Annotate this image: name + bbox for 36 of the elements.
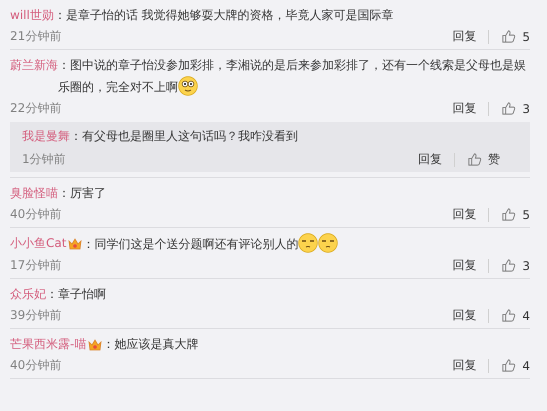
comment-text: ：有父母也是圈里人这句话吗？我咋没看到: [70, 128, 298, 145]
like-button[interactable]: 赞: [467, 151, 500, 168]
thumbs-up-icon: [501, 207, 516, 222]
comment-text: ：同学们这是个送分题啊还有评论别人的: [82, 233, 338, 255]
thumbs-up-icon: [501, 308, 516, 323]
reply-link[interactable]: 回复: [418, 151, 442, 168]
comment-text: ：是章子怡的话 我觉得她够耍大牌的资格，毕竟人家可是国际章: [54, 7, 394, 24]
thumbs-up-icon: [501, 358, 516, 373]
timestamp: 1分钟前: [22, 151, 67, 168]
like-button[interactable]: 5: [501, 207, 530, 222]
thumbs-up-icon: [501, 101, 516, 116]
timestamp: 22分钟前: [10, 100, 62, 117]
thumbs-up-icon: [501, 29, 516, 44]
reply-link[interactable]: 回复: [452, 28, 476, 45]
reply-link[interactable]: 回复: [452, 100, 476, 117]
timestamp: 21分钟前: [10, 28, 62, 45]
comment-text: ：厉害了: [58, 185, 106, 202]
timestamp: 40分钟前: [10, 357, 62, 374]
wide-eyed-face-icon: [178, 76, 198, 96]
timestamp: 39分钟前: [10, 307, 62, 324]
reply-link[interactable]: 回复: [452, 307, 476, 324]
comment-text: ：章子怡啊: [46, 286, 106, 303]
like-button[interactable]: 3: [501, 258, 530, 273]
thumbs-up-icon: [467, 152, 482, 167]
like-button[interactable]: 5: [501, 29, 530, 44]
like-button[interactable]: 3: [501, 101, 530, 116]
thumbs-up-icon: [501, 258, 516, 273]
comment-text: ：她应该是真大牌: [102, 336, 198, 353]
like-button[interactable]: 4: [501, 358, 530, 373]
comment-text: ：图中说的章子怡没参加彩排，李湘说的是后来参加彩排了，还有一个线索是父母也是娱乐圈的，完全对不上啊: [58, 57, 527, 98]
reply-link[interactable]: 回复: [452, 257, 476, 274]
like-button[interactable]: 4: [501, 308, 530, 323]
timestamp: 17分钟前: [10, 257, 62, 274]
reply-link[interactable]: 回复: [452, 206, 476, 223]
reply-link[interactable]: 回复: [452, 357, 476, 374]
timestamp: 40分钟前: [10, 206, 62, 223]
